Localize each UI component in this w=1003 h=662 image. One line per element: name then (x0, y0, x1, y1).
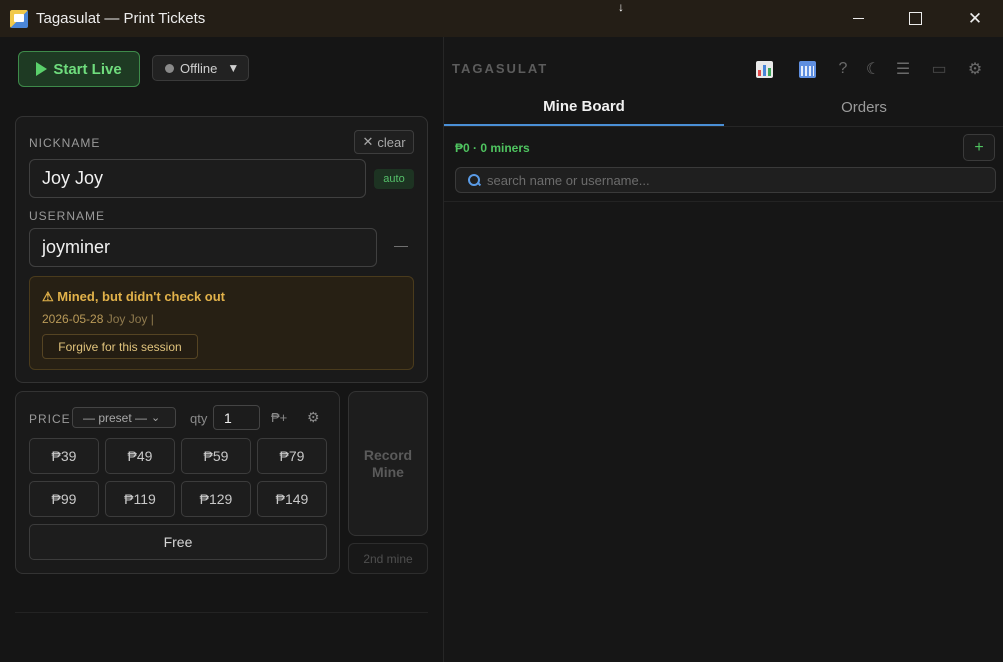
username-input[interactable]: joyminer (29, 228, 377, 267)
play-icon (36, 62, 48, 76)
close-icon: ✕ (362, 134, 374, 149)
price-button[interactable]: ₱149 (257, 481, 327, 517)
clear-label: clear (377, 134, 406, 150)
preset-dropdown[interactable]: — preset — ⌄ (72, 407, 176, 428)
nickname-input[interactable]: Joy Joy (29, 159, 366, 198)
warning-date: 2026-05-28 (42, 312, 104, 326)
warning-name: Joy Joy | (106, 312, 154, 326)
minimize-button[interactable] (828, 0, 888, 37)
warning-box: ⚠ Mined, but didn't check out 2026-05-28… (29, 276, 414, 370)
nickname-label: NICKNAME (29, 136, 101, 150)
free-button[interactable]: Free (29, 524, 327, 560)
calendar-icon[interactable] (797, 59, 817, 79)
title-bar: Tagasulat — Print Tickets ↓ (0, 0, 1003, 37)
maximize-button[interactable] (885, 0, 945, 37)
search-placeholder: search name or username... (487, 172, 650, 188)
forgive-button[interactable]: Forgive for this session (42, 334, 198, 359)
board-divider (444, 201, 1003, 202)
gear-icon[interactable]: ⚙ (965, 59, 985, 79)
divider (15, 612, 428, 613)
add-miner-button[interactable]: + (963, 134, 995, 161)
clear-button[interactable]: ✕ clear (354, 130, 414, 154)
record-mine-button[interactable]: Record Mine (348, 391, 428, 536)
chevron-down-icon: ⌄ (151, 412, 161, 424)
start-live-button[interactable]: Start Live (18, 51, 140, 87)
price-button[interactable]: ₱79 (257, 438, 327, 474)
start-live-label: Start Live (53, 60, 122, 78)
dropdown-caret-icon: ▼ (227, 61, 240, 75)
price-button[interactable]: ₱99 (29, 481, 99, 517)
customer-card: NICKNAME ✕ clear Joy Joy auto USERNAME j… (15, 116, 428, 383)
search-input[interactable]: search name or username... (455, 167, 996, 193)
window-title: Tagasulat — Print Tickets (36, 10, 206, 27)
status-dropdown[interactable]: Offline ▼ (152, 55, 249, 81)
price-button[interactable]: ₱119 (105, 481, 175, 517)
warning-title: ⚠ Mined, but didn't check out (42, 289, 226, 304)
record-label-line2: Mine (372, 463, 404, 480)
qty-label: qty (190, 411, 208, 426)
search-icon (468, 173, 481, 187)
gear-icon[interactable]: ⚙ (307, 409, 320, 426)
app-icon (10, 9, 28, 28)
username-label: USERNAME (29, 209, 106, 223)
mouse-cursor-icon: ↓ (618, 0, 624, 14)
tab-mine-board[interactable]: Mine Board (444, 89, 724, 126)
right-panel: TAGASULAT ? ☾ ☰ ▭ ⚙ Mine Board Orders ₱0… (443, 37, 1003, 662)
price-label: PRICE (29, 412, 71, 426)
warning-meta: 2026-05-28 Joy Joy | (42, 312, 154, 326)
close-button[interactable] (945, 0, 1003, 37)
tab-orders[interactable]: Orders (724, 89, 1003, 126)
price-button[interactable]: ₱39 (29, 438, 99, 474)
price-card: PRICE — preset — ⌄ qty 1 ₱+ ⚙ ₱39 ₱49 ₱5… (15, 391, 340, 574)
qty-input[interactable]: 1 (213, 405, 260, 430)
username-dash: — (394, 237, 408, 253)
auto-badge[interactable]: auto (374, 169, 414, 189)
price-button[interactable]: ₱59 (181, 438, 251, 474)
printer-icon[interactable]: ▭ (929, 59, 949, 79)
second-mine-button[interactable]: 2nd mine (348, 543, 428, 574)
menu-icon[interactable]: ☰ (893, 59, 913, 79)
tabs-divider (444, 126, 1003, 127)
brand-label: TAGASULAT (452, 61, 549, 76)
moon-icon[interactable]: ☾ (863, 59, 883, 79)
custom-price-button[interactable]: ₱+ (271, 410, 287, 425)
price-button[interactable]: ₱49 (105, 438, 175, 474)
price-button[interactable]: ₱129 (181, 481, 251, 517)
left-panel: Start Live Offline ▼ NICKNAME ✕ clear Jo… (0, 37, 443, 662)
chart-icon[interactable] (754, 59, 774, 79)
record-label-line1: Record (363, 446, 413, 463)
status-dot-icon (165, 63, 174, 73)
preset-label: — preset — (83, 410, 148, 425)
status-label: Offline (180, 60, 218, 76)
board-summary: ₱0 · 0 miners (455, 141, 530, 155)
help-icon[interactable]: ? (833, 59, 853, 79)
